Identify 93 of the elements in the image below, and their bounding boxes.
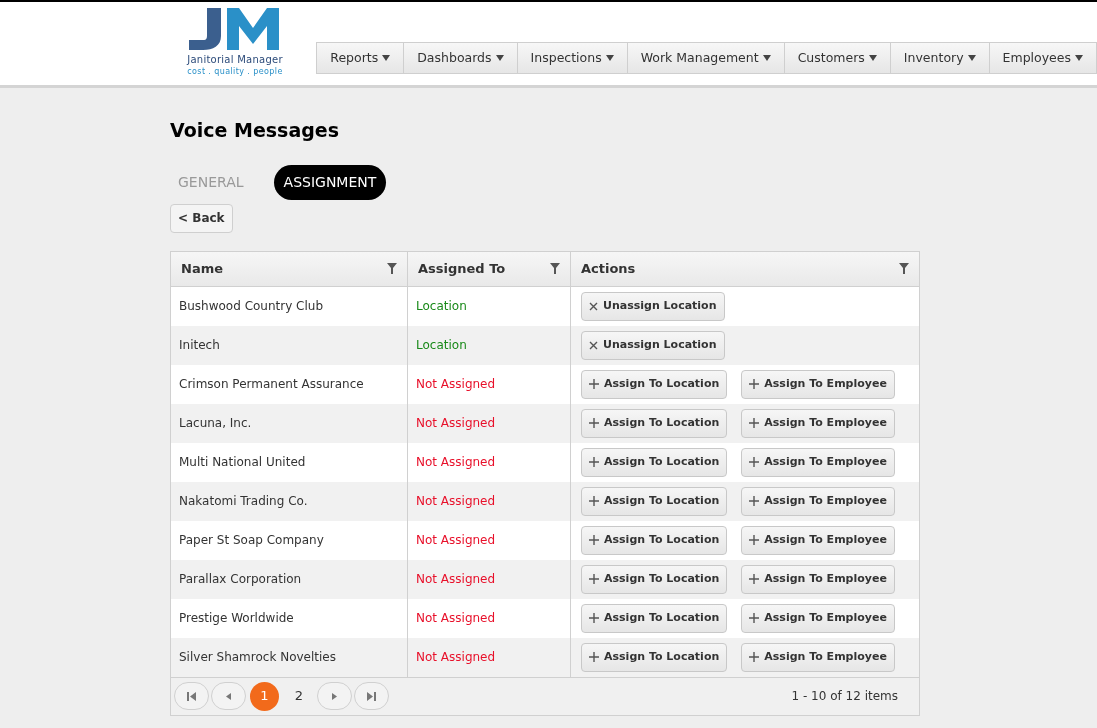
assign-button[interactable]: Assign To Location bbox=[581, 642, 728, 672]
status-text: Not Assigned bbox=[416, 415, 496, 432]
pager-summary: 1 - 10 of 12 items bbox=[791, 688, 898, 705]
unassign-button[interactable]: Unassign Location bbox=[581, 330, 725, 360]
table-cell-text: Crimson Permanent Assurance bbox=[179, 376, 364, 393]
triangle-right-icon bbox=[330, 691, 339, 701]
filter-icon[interactable] bbox=[550, 263, 560, 274]
status-text: Not Assigned bbox=[416, 532, 496, 549]
last-page-button[interactable] bbox=[354, 682, 389, 710]
column-header[interactable]: Name bbox=[171, 251, 407, 286]
column-title: Name bbox=[181, 259, 223, 278]
table-cell-text: Initech bbox=[179, 337, 220, 354]
assign-button[interactable]: Assign To Employee bbox=[741, 369, 895, 399]
assign-button[interactable]: Assign To Employee bbox=[741, 486, 895, 516]
status-text: Not Assigned bbox=[416, 454, 496, 471]
skip-back-icon bbox=[187, 691, 196, 701]
table-cell-text: Lacuna, Inc. bbox=[179, 415, 252, 432]
plus-icon bbox=[589, 613, 599, 623]
table-cell-text: Multi National United bbox=[179, 454, 306, 471]
column-header[interactable]: Actions bbox=[570, 251, 919, 286]
plus-icon bbox=[749, 496, 760, 506]
tab[interactable]: ASSIGNMENT bbox=[273, 164, 387, 200]
plus-icon bbox=[749, 613, 760, 623]
status-text: Not Assigned bbox=[416, 571, 496, 588]
logo-tagline: cost . quality . people bbox=[187, 67, 283, 77]
caret-icon bbox=[868, 55, 877, 61]
plus-icon bbox=[589, 457, 599, 467]
caret-icon bbox=[1075, 55, 1083, 61]
table-cell-text: Silver Shamrock Novelties bbox=[179, 649, 336, 666]
plus-icon bbox=[749, 535, 760, 545]
assign-button[interactable]: Assign To Location bbox=[581, 525, 728, 555]
plus-icon bbox=[589, 418, 599, 428]
plus-icon bbox=[589, 652, 599, 662]
caret-icon bbox=[605, 55, 614, 61]
table-cell-text: Bushwood Country Club bbox=[179, 298, 324, 315]
nav-menu-item[interactable]: Dashboards bbox=[404, 42, 518, 74]
status-text: Not Assigned bbox=[416, 493, 496, 510]
logo-title: Janitorial Manager bbox=[187, 53, 283, 67]
column-title: Assigned To bbox=[418, 259, 506, 278]
triangle-left-icon bbox=[224, 691, 233, 701]
assign-button[interactable]: Assign To Employee bbox=[741, 447, 895, 477]
caret-icon bbox=[967, 55, 976, 61]
table-cell-text: Paper St Soap Company bbox=[179, 532, 324, 549]
plus-icon bbox=[589, 535, 599, 545]
column-title: Actions bbox=[581, 259, 636, 278]
assign-button[interactable]: Assign To Location bbox=[581, 369, 728, 399]
plus-icon bbox=[749, 574, 760, 584]
status-text: Location bbox=[416, 298, 467, 315]
plus-icon bbox=[749, 457, 760, 467]
assign-button[interactable]: Assign To Employee bbox=[741, 642, 895, 672]
filter-icon[interactable] bbox=[899, 263, 909, 274]
nav-menu-item[interactable]: Employees bbox=[989, 42, 1097, 74]
nav-menu-item[interactable]: Customers bbox=[784, 42, 891, 74]
unassign-button[interactable]: Unassign Location bbox=[581, 291, 725, 321]
assign-button[interactable]: Assign To Employee bbox=[741, 603, 895, 633]
assign-button[interactable]: Assign To Location bbox=[581, 603, 728, 633]
plus-icon bbox=[589, 379, 599, 389]
caret-icon bbox=[495, 55, 504, 61]
caret-icon bbox=[762, 55, 771, 61]
table-cell-text: Parallax Corporation bbox=[179, 571, 302, 588]
first-page-button[interactable] bbox=[174, 682, 209, 710]
logo[interactable]: Janitorial Manager cost . quality . people bbox=[170, 6, 300, 85]
plus-icon bbox=[749, 379, 760, 389]
plus-icon bbox=[589, 496, 599, 506]
status-text: Not Assigned bbox=[416, 649, 496, 666]
nav-menu-item[interactable]: Reports bbox=[316, 42, 405, 74]
assign-button[interactable]: Assign To Location bbox=[581, 564, 728, 594]
status-text: Not Assigned bbox=[416, 610, 496, 627]
assign-button[interactable]: Assign To Location bbox=[581, 408, 728, 438]
page-button[interactable]: 2 bbox=[283, 681, 315, 711]
plus-icon bbox=[749, 652, 760, 662]
close-icon bbox=[589, 301, 598, 311]
close-icon bbox=[589, 340, 598, 350]
assign-button[interactable]: Assign To Location bbox=[581, 447, 728, 477]
filter-icon[interactable] bbox=[387, 263, 397, 274]
assign-button[interactable]: Assign To Location bbox=[581, 486, 728, 516]
assign-button[interactable]: Assign To Employee bbox=[741, 408, 895, 438]
column-header[interactable]: Assigned To bbox=[407, 251, 570, 286]
plus-icon bbox=[589, 574, 599, 584]
caret-icon bbox=[382, 55, 391, 61]
table-cell-text: Nakatomi Trading Co. bbox=[179, 493, 308, 510]
nav-menu-item[interactable]: Inspections bbox=[517, 42, 628, 74]
status-text: Location bbox=[416, 337, 467, 354]
assign-button[interactable]: Assign To Employee bbox=[741, 564, 895, 594]
assign-button[interactable]: Assign To Employee bbox=[741, 525, 895, 555]
nav-menu-item[interactable]: Work Management bbox=[627, 42, 785, 74]
table-cell-text: Prestige Worldwide bbox=[179, 610, 294, 627]
page-title: Voice Messages bbox=[170, 118, 341, 143]
back-button[interactable]: < Back bbox=[170, 203, 233, 233]
skip-forward-icon bbox=[367, 691, 376, 701]
plus-icon bbox=[749, 418, 760, 428]
nav-menu-item[interactable]: Inventory bbox=[890, 42, 990, 74]
status-text: Not Assigned bbox=[416, 376, 496, 393]
